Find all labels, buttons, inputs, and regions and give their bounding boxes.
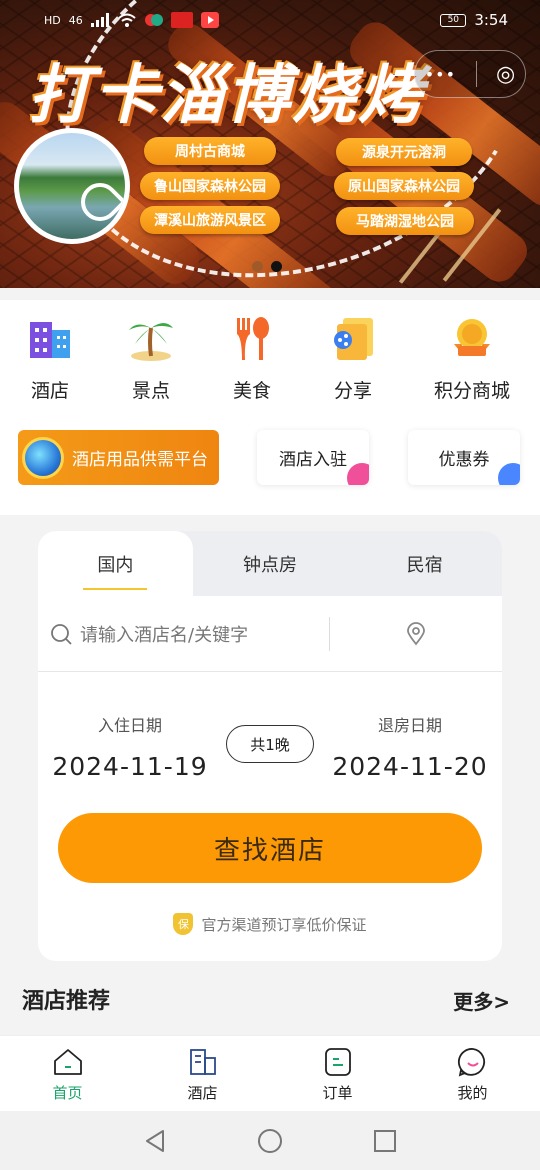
search-icon [51,623,72,645]
search-placeholder: 请输入酒店名/关键字 [80,624,249,646]
category-label: 积分商城 [433,380,510,402]
recommend-more-link[interactable]: 更多> [453,986,510,1015]
guarantee-text: 官方渠道预订享低价保证 [201,915,367,934]
shield-icon: 保 [173,913,194,935]
category-label: 酒店 [30,380,69,402]
recommend-title: 酒店推荐 [22,989,111,1014]
corner-decoration [498,463,520,485]
category-share[interactable]: 分享 [305,314,401,403]
news-notification-icon [170,12,193,28]
search-row: 请输入酒店名/关键字 [38,596,502,672]
find-hotel-button[interactable]: 查找酒店 [58,813,482,883]
scenic-photo-circle [14,128,130,244]
category-points-mall[interactable]: 积分商城 [420,314,524,403]
category-section: 酒店 景点 美食 分享 积分商城 酒店用品供需平台 酒店入驻 优惠券 [0,300,540,515]
category-attraction[interactable]: 景点 [103,314,199,403]
video-notification-icon [200,12,219,28]
checkout-date[interactable]: 退房日期 2024-11-20 [330,712,490,781]
capsule-divider [475,61,477,87]
checkin-value: 2024-11-19 [52,752,208,781]
fork-spoon-icon [228,314,276,362]
attraction-tag[interactable]: 原山国家森林公园 [334,172,474,200]
order-icon [324,1048,351,1076]
tab-domestic[interactable]: 国内 [38,531,193,596]
search-tabs: 国内 钟点房 民宿 [38,531,502,596]
close-miniapp-button[interactable]: ◎ [496,62,515,87]
price-guarantee: 保 官方渠道预订享低价保证 [38,913,502,935]
home-circle-icon[interactable] [257,1128,283,1154]
category-food[interactable]: 美食 [204,314,300,403]
coupon-label: 优惠券 [438,450,490,470]
bottom-tab-bar: 首页 酒店 订单 我的 [0,1035,540,1111]
checkout-label: 退房日期 [377,716,442,735]
hotel-join-button[interactable]: 酒店入驻 [257,430,369,485]
globe-icon [22,436,64,479]
attraction-tag[interactable]: 潭溪山旅游风景区 [140,206,280,234]
attraction-tag[interactable]: 周村古商城 [144,137,276,165]
status-bar: HD 46 50 3:54 [0,0,540,40]
hd-label: HD [44,13,61,27]
category-label: 美食 [232,380,271,402]
checkin-date[interactable]: 入住日期 2024-11-19 [50,712,210,781]
more-menu-button[interactable]: ••• [425,65,456,84]
date-selector: 入住日期 2024-11-19 共1晚 退房日期 2024-11-20 [38,672,502,802]
supply-platform-banner[interactable]: 酒店用品供需平台 [18,430,219,485]
attraction-tag[interactable]: 马踏湖湿地公园 [336,207,474,235]
tab-label: 首页 [52,1084,83,1102]
tab-home[interactable]: 首页 [0,1036,135,1111]
banner-title: 打卡淄博烧烤 [28,59,424,133]
tab-profile[interactable]: 我的 [405,1036,540,1111]
hotel-search-card: 国内 钟点房 民宿 请输入酒店名/关键字 入住日期 2024-11-19 共1晚… [38,531,502,961]
carousel-dots [252,261,282,272]
search-input[interactable]: 请输入酒店名/关键字 [38,616,330,651]
tab-orders[interactable]: 订单 [270,1036,405,1111]
tab-homestay[interactable]: 民宿 [347,531,502,596]
profile-icon [457,1048,485,1077]
category-label: 景点 [131,380,170,402]
tab-label: 我的 [457,1084,488,1102]
signal-icon [90,13,109,27]
attraction-tag[interactable]: 源泉开元溶洞 [336,138,472,166]
coupon-button[interactable]: 优惠券 [408,430,520,485]
palm-tree-icon [127,314,175,362]
hotel-building-icon [26,314,74,362]
carousel-dot-active[interactable] [271,261,282,272]
share-folder-icon [329,314,377,362]
category-hotel[interactable]: 酒店 [2,314,98,403]
checkout-value: 2024-11-20 [332,752,488,781]
location-button[interactable] [330,621,502,646]
tab-hotel[interactable]: 酒店 [135,1036,270,1111]
points-medal-icon [448,314,496,362]
tab-label: 订单 [322,1084,353,1102]
carousel-dot[interactable] [252,261,263,272]
clock: 3:54 [474,11,508,29]
supply-platform-label: 酒店用品供需平台 [72,450,208,470]
app-screen: HD 46 50 3:54 打卡淄博烧烤 ••• ◎ 周村古商城 鲁山国家森林公… [0,0,540,1170]
corner-decoration [347,463,369,485]
checkin-label: 入住日期 [97,716,162,735]
banner-carousel[interactable]: HD 46 50 3:54 打卡淄博烧烤 ••• ◎ 周村古商城 鲁山国家森林公… [0,0,540,288]
home-icon [53,1049,82,1075]
network-label: 46 [68,13,83,27]
wifi-icon [118,13,136,27]
system-nav-bar [0,1111,540,1170]
location-icon [407,621,425,645]
app-notification-icon [144,14,163,26]
recents-icon[interactable] [373,1129,397,1153]
category-label: 分享 [333,380,372,402]
hotel-icon [189,1049,216,1075]
battery-indicator: 50 [440,13,467,27]
miniapp-capsule: ••• ◎ [414,50,526,98]
nights-count: 共1晚 [226,725,314,763]
tab-hourly-room[interactable]: 钟点房 [193,531,348,596]
tab-label: 酒店 [187,1084,218,1102]
hotel-join-label: 酒店入驻 [279,450,347,470]
attraction-tag[interactable]: 鲁山国家森林公园 [140,172,280,200]
back-icon[interactable] [143,1129,167,1153]
